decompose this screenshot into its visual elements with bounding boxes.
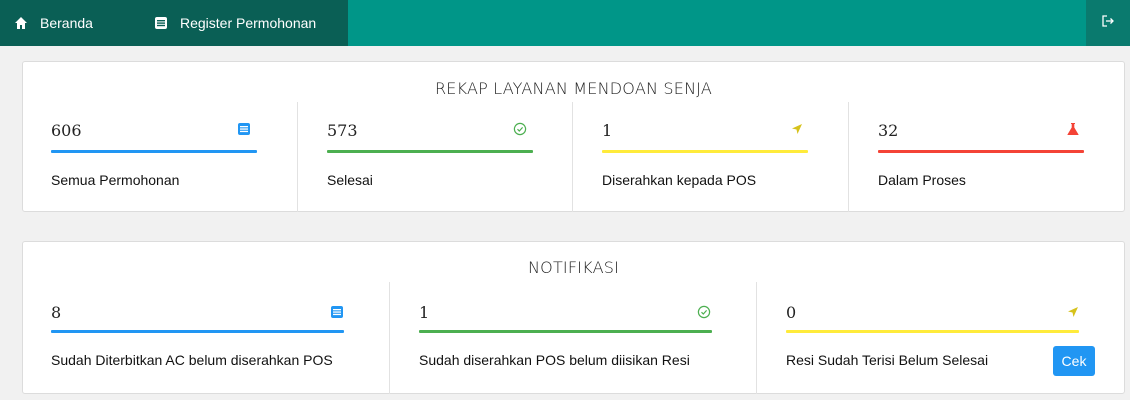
check-circle-icon [513, 122, 527, 136]
stat-label: Resi Sudah Terisi Belum Selesai [786, 352, 989, 368]
home-icon [14, 16, 28, 30]
stat-underline [602, 150, 808, 153]
stat-underline [51, 330, 344, 333]
stat-label: Semua Permohonan [51, 172, 180, 188]
stat-underline [51, 150, 257, 153]
nav-home[interactable]: Beranda [14, 0, 93, 46]
rekap-panel: REKAP LAYANAN MENDOAN SENJA [22, 61, 1125, 212]
list-icon [330, 305, 344, 319]
logout-icon [1101, 14, 1115, 33]
column-divider [572, 102, 573, 212]
stat-label: Diserahkan kepada POS [602, 172, 757, 188]
nav-register-label: Register Permohonan [180, 15, 317, 31]
stat-value: 32 [878, 121, 899, 140]
column-divider [297, 102, 298, 212]
stat-underline [878, 150, 1084, 153]
column-divider [389, 282, 390, 394]
send-icon [1066, 305, 1080, 319]
nav-register-permohonan[interactable]: Register Permohonan [154, 0, 316, 46]
stat-label: Sudah Diterbitkan AC belum diserahkan PO… [51, 352, 333, 368]
stat-value: 1 [419, 303, 430, 322]
check-circle-icon [697, 305, 711, 319]
notifikasi-title: NOTIFIKASI [527, 258, 619, 277]
send-icon [790, 122, 804, 136]
stat-underline [419, 330, 712, 333]
logout-button[interactable] [1086, 0, 1130, 46]
top-navbar: Beranda Register Permohonan [0, 0, 1130, 46]
stat-underline [786, 330, 1079, 333]
notifikasi-panel: NOTIFIKASI [22, 241, 1125, 394]
flask-icon [1066, 122, 1080, 136]
stat-value: 8 [51, 303, 62, 322]
list-icon [154, 16, 168, 30]
column-divider [848, 102, 849, 212]
stat-label: Sudah diserahkan POS belum diisikan Resi [419, 352, 690, 368]
stat-label: Dalam Proses [878, 172, 966, 188]
list-icon [237, 122, 251, 136]
stat-value: 606 [51, 121, 82, 140]
rekap-title: REKAP LAYANAN MENDOAN SENJA [434, 79, 713, 98]
stat-value: 0 [786, 303, 797, 322]
cek-button[interactable]: Cek [1053, 346, 1095, 376]
stat-value: 1 [602, 121, 613, 140]
stat-value: 573 [327, 121, 358, 140]
stat-underline [327, 150, 533, 153]
stat-label: Selesai [327, 172, 373, 188]
column-divider [756, 282, 757, 394]
nav-home-label: Beranda [40, 15, 93, 31]
